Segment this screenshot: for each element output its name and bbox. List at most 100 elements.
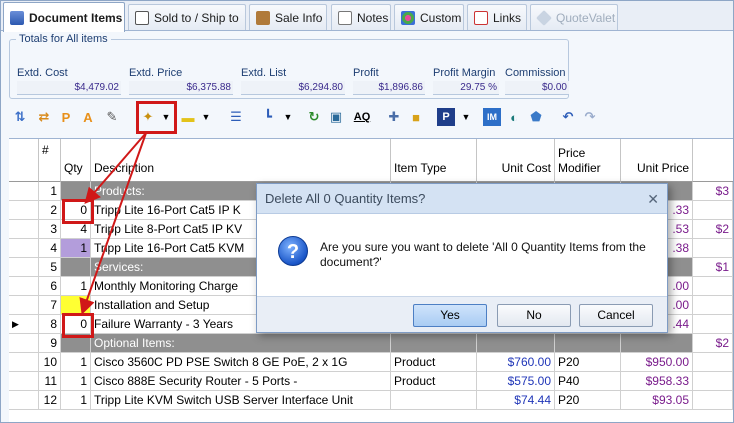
cell-type[interactable]: Product <box>391 372 477 391</box>
tab-custom[interactable]: Custom <box>394 4 464 30</box>
cell-num[interactable]: 5 <box>39 258 61 277</box>
cell-num[interactable]: 9 <box>39 334 61 353</box>
row-selector[interactable]: ▶ <box>9 315 39 334</box>
cell-cost[interactable]: $760.00 <box>477 353 555 372</box>
shield-icon[interactable]: ⬟ <box>527 108 545 126</box>
tab-sold-to-ship-to[interactable]: Sold to / Ship to <box>128 4 246 30</box>
cell-num[interactable]: 7 <box>39 296 61 315</box>
cell-mod[interactable]: P40 <box>555 372 621 391</box>
cell-extra[interactable] <box>693 315 733 334</box>
p-badge-icon[interactable]: P <box>437 108 455 126</box>
cell-type[interactable] <box>391 391 477 410</box>
undo-icon[interactable]: ↶ <box>559 108 577 126</box>
row-selector[interactable] <box>9 296 39 315</box>
cell-desc[interactable]: Cisco 888E Security Router - 5 Ports - <box>91 372 391 391</box>
aq-icon[interactable]: AQ <box>349 108 375 126</box>
cell-price[interactable]: $950.00 <box>621 353 693 372</box>
cell-qty[interactable]: 1 <box>61 239 91 258</box>
tab-links[interactable]: Links <box>467 4 527 30</box>
cell-price[interactable] <box>621 334 693 353</box>
edit-icon[interactable]: ✎ <box>103 108 121 126</box>
im-icon[interactable]: IM <box>483 108 501 126</box>
cell-extra[interactable] <box>693 391 733 410</box>
table-row[interactable]: 10 1 Cisco 3560C PD PSE Switch 8 GE PoE, 2… <box>9 353 733 372</box>
no-button[interactable]: No <box>497 304 571 327</box>
cell-extra[interactable]: $3 <box>693 182 733 201</box>
row-selector[interactable] <box>9 372 39 391</box>
tab-notes[interactable]: Notes <box>331 4 391 30</box>
header-price-modifier[interactable]: Price Modifier <box>555 139 621 182</box>
cancel-button[interactable]: Cancel <box>579 304 653 327</box>
cell-desc[interactable]: Optional Items: <box>91 334 391 353</box>
row-selector[interactable] <box>9 277 39 296</box>
move-icon[interactable]: ⇅ <box>11 108 29 126</box>
cell-qty[interactable]: 1 <box>61 353 91 372</box>
cell-extra[interactable]: $2 <box>693 220 733 239</box>
a-icon[interactable]: A <box>79 108 97 126</box>
cell-extra[interactable]: $1 <box>693 258 733 277</box>
cell-extra[interactable] <box>693 372 733 391</box>
reorder-icon[interactable]: ⇄ <box>35 108 53 126</box>
header-description[interactable]: Description <box>91 139 391 182</box>
row-selector[interactable] <box>9 239 39 258</box>
row-selector[interactable] <box>9 182 39 201</box>
p-badge-dropdown-icon[interactable]: ▼ <box>457 108 475 126</box>
cell-num[interactable]: 8 <box>39 315 61 334</box>
redo-icon[interactable]: ↷ <box>581 108 599 126</box>
cell-extra[interactable] <box>693 239 733 258</box>
cell-extra[interactable] <box>693 296 733 315</box>
cell-mod[interactable] <box>555 334 621 353</box>
cell-cost[interactable] <box>477 334 555 353</box>
header-item-type[interactable]: Item Type <box>391 139 477 182</box>
cell-qty[interactable]: 1 <box>61 372 91 391</box>
cell-mod[interactable]: P20 <box>555 353 621 372</box>
cell-num[interactable]: 10 <box>39 353 61 372</box>
tab-sale-info[interactable]: Sale Info <box>249 4 327 30</box>
header-qty[interactable]: Qty <box>61 139 91 182</box>
cell-mod[interactable]: P20 <box>555 391 621 410</box>
cell-qty[interactable]: 1 <box>61 391 91 410</box>
cell-qty[interactable]: 1 <box>61 277 91 296</box>
cell-price[interactable]: $958.33 <box>621 372 693 391</box>
refresh-icon[interactable]: ↻ <box>305 108 323 126</box>
cell-qty[interactable] <box>61 258 91 277</box>
header-num[interactable]: # <box>39 139 61 182</box>
cell-num[interactable]: 4 <box>39 239 61 258</box>
row-selector[interactable] <box>9 201 39 220</box>
header-unit-cost[interactable]: Unit Cost <box>477 139 555 182</box>
cell-cost[interactable]: $74.44 <box>477 391 555 410</box>
cell-num[interactable]: 2 <box>39 201 61 220</box>
row-selector[interactable] <box>9 334 39 353</box>
tab-document-items[interactable]: Document Items <box>3 2 125 32</box>
cell-type[interactable]: Product <box>391 353 477 372</box>
image-icon[interactable]: ▣ <box>327 108 345 126</box>
cell-extra[interactable] <box>693 353 733 372</box>
section-row[interactable]: 9 Optional Items: $2 <box>9 334 733 353</box>
row-selector[interactable] <box>9 391 39 410</box>
cell-num[interactable]: 12 <box>39 391 61 410</box>
cell-num[interactable]: 1 <box>39 182 61 201</box>
highlighter-dropdown-icon[interactable]: ▼ <box>197 108 215 126</box>
cube-icon[interactable]: ■ <box>407 108 425 126</box>
cell-num[interactable]: 6 <box>39 277 61 296</box>
cell-num[interactable]: 3 <box>39 220 61 239</box>
row-selector[interactable] <box>9 220 39 239</box>
cell-extra[interactable] <box>693 277 733 296</box>
cell-extra[interactable] <box>693 201 733 220</box>
header-unit-price[interactable]: Unit Price <box>621 139 693 182</box>
yes-button[interactable]: Yes <box>413 304 487 327</box>
tab-quotevalet[interactable]: QuoteValet <box>530 4 618 30</box>
row-selector[interactable] <box>9 258 39 277</box>
row-selector[interactable] <box>9 353 39 372</box>
highlighter-icon[interactable]: ▬ <box>179 108 197 126</box>
cell-num[interactable]: 11 <box>39 372 61 391</box>
p-icon[interactable]: P <box>57 108 75 126</box>
cell-type[interactable] <box>391 334 477 353</box>
cell-cost[interactable]: $575.00 <box>477 372 555 391</box>
cell-price[interactable]: $93.05 <box>621 391 693 410</box>
circle-icon[interactable]: ◐ <box>505 108 523 126</box>
table-row[interactable]: 11 1 Cisco 888E Security Router - 5 Ports … <box>9 372 733 391</box>
hierarchy-icon[interactable]: ┗ <box>259 108 277 126</box>
lines-icon[interactable]: ☰ <box>227 108 245 126</box>
cell-desc[interactable]: Cisco 3560C PD PSE Switch 8 GE PoE, 2 x … <box>91 353 391 372</box>
